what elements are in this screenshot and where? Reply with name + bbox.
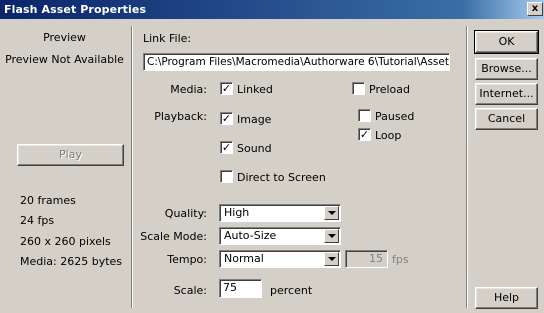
link-file-input[interactable]: C:\Program Files\Macromedia\Authorware 6… xyxy=(143,53,450,71)
cancel-button[interactable]: Cancel xyxy=(475,108,538,130)
quality-label: Quality: xyxy=(164,207,207,220)
quality-value: High xyxy=(224,206,250,219)
image-label: Image xyxy=(237,113,272,126)
paused-label: Paused xyxy=(375,110,415,123)
frame-count: 20 frames xyxy=(20,194,76,207)
loop-label: Loop xyxy=(375,129,402,142)
direct-to-screen-checkbox[interactable] xyxy=(220,170,233,183)
ok-button[interactable]: OK xyxy=(474,30,539,54)
tempo-select[interactable]: Normal xyxy=(219,250,341,268)
preload-label: Preload xyxy=(369,83,410,96)
preload-checkbox[interactable] xyxy=(352,82,365,95)
scale-mode-label: Scale Mode: xyxy=(140,230,207,243)
linked-checkbox[interactable]: ✓ xyxy=(220,82,233,95)
sound-label: Sound xyxy=(237,142,272,155)
left-divider xyxy=(131,26,133,308)
chevron-down-icon[interactable] xyxy=(324,206,339,220)
image-checkbox[interactable]: ✓ xyxy=(220,112,233,125)
title-bar: Flash Asset Properties x xyxy=(0,0,544,19)
dimensions: 260 x 260 pixels xyxy=(20,235,111,248)
scale-input[interactable]: 75 xyxy=(219,279,262,298)
scale-label: Scale: xyxy=(173,284,207,297)
paused-checkbox[interactable] xyxy=(358,109,371,122)
link-file-label: Link File: xyxy=(143,32,192,45)
loop-checkbox[interactable]: ✓ xyxy=(358,128,371,141)
scale-mode-select[interactable]: Auto-Size xyxy=(219,227,341,245)
fps-unit-label: fps xyxy=(392,253,409,266)
quality-select[interactable]: High xyxy=(219,204,341,222)
preview-heading: Preview xyxy=(43,31,86,44)
preview-status: Preview Not Available xyxy=(5,53,124,66)
scale-mode-value: Auto-Size xyxy=(224,229,277,242)
internet-button[interactable]: Internet... xyxy=(475,83,538,105)
window-title: Flash Asset Properties xyxy=(4,3,147,16)
playback-label: Playback: xyxy=(154,110,207,123)
chevron-down-icon[interactable] xyxy=(324,252,339,266)
chevron-down-icon[interactable] xyxy=(324,229,339,243)
tempo-fps-input[interactable]: 15 xyxy=(345,250,388,268)
help-button[interactable]: Help xyxy=(475,287,538,309)
direct-to-screen-label: Direct to Screen xyxy=(237,171,326,184)
percent-unit-label: percent xyxy=(270,284,313,297)
browse-button[interactable]: Browse... xyxy=(475,58,538,80)
media-label: Media: xyxy=(170,83,207,96)
sound-checkbox[interactable]: ✓ xyxy=(220,141,233,154)
play-button[interactable]: Play xyxy=(17,144,124,166)
media-size: Media: 2625 bytes xyxy=(20,255,123,268)
tempo-label: Tempo: xyxy=(167,253,207,266)
right-divider xyxy=(466,26,468,308)
frame-rate: 24 fps xyxy=(20,214,55,227)
close-button[interactable]: x xyxy=(527,2,543,16)
linked-label: Linked xyxy=(237,83,273,96)
tempo-value: Normal xyxy=(224,252,264,265)
